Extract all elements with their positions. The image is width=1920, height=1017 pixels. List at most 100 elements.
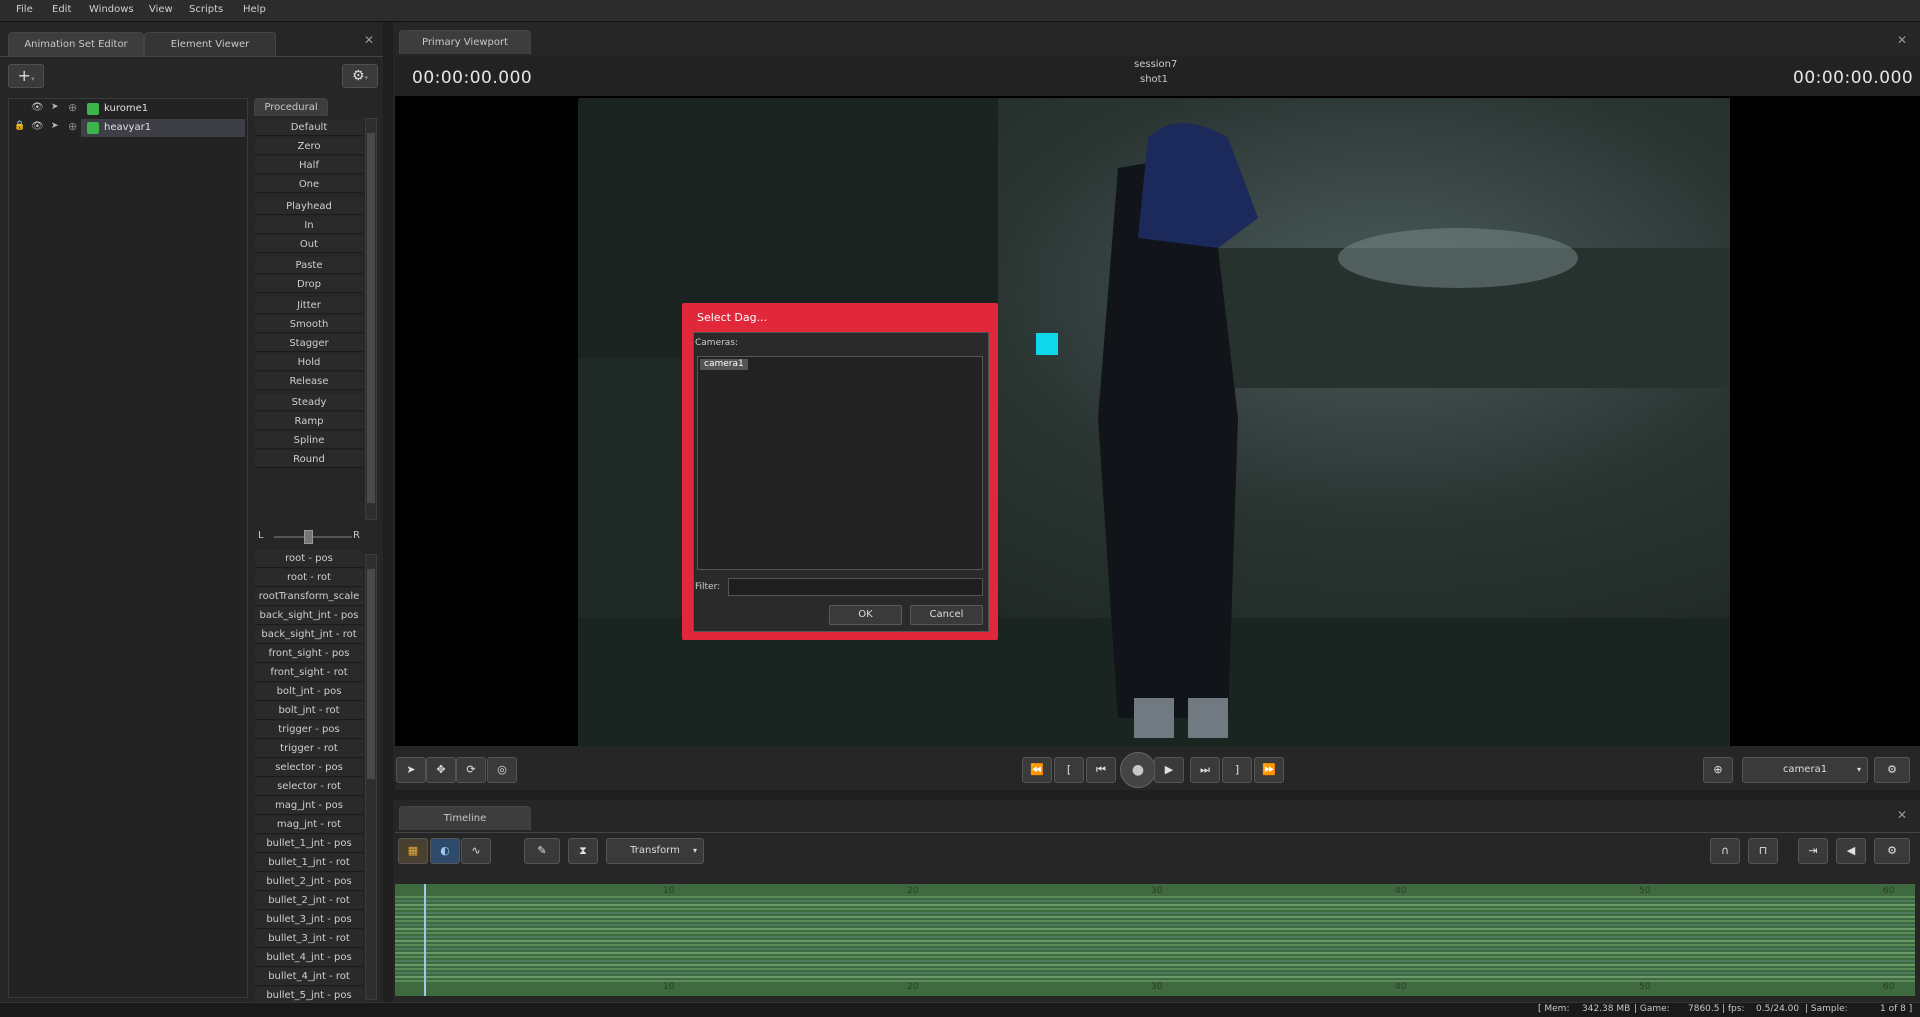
control-row[interactable]: bolt_jnt - pos [255, 683, 363, 701]
control-row[interactable]: bullet_4_jnt - pos [255, 949, 363, 967]
expand-icon[interactable]: ⊕ [68, 120, 77, 133]
mode-select[interactable]: Transform ▾ [606, 838, 704, 864]
control-row[interactable]: bullet_1_jnt - rot [255, 854, 363, 872]
control-row[interactable]: trigger - pos [255, 721, 363, 739]
procedural-button-paste[interactable]: Paste [255, 257, 363, 274]
keyframe-tool-button[interactable]: ✎ [524, 838, 560, 864]
control-row[interactable]: back_sight_jnt - pos [255, 607, 363, 625]
controls-scrollbar[interactable] [365, 554, 377, 1000]
control-row[interactable]: rootTransform_scale [255, 588, 363, 606]
procedural-button-default[interactable]: Default [255, 119, 363, 136]
add-button[interactable]: +▾ [8, 64, 44, 88]
rotate-tool-button[interactable]: ⟳ [456, 757, 486, 783]
tab-animation-set-editor[interactable]: Animation Set Editor [8, 32, 144, 56]
menu-help[interactable]: Help [243, 4, 266, 15]
prev-key-button[interactable]: ⏮ [1086, 757, 1116, 783]
procedural-button-release[interactable]: Release [255, 373, 363, 390]
procedural-scrollbar[interactable] [365, 118, 377, 520]
viewport-settings-button[interactable]: ⚙ [1874, 757, 1910, 783]
control-row[interactable]: bullet_4_jnt - rot [255, 968, 363, 986]
tree-row-kurome1[interactable]: 👁 ➤ ⊕ kurome1 [9, 100, 247, 118]
control-row[interactable]: bullet_3_jnt - pos [255, 911, 363, 929]
procedural-button-smooth[interactable]: Smooth [255, 316, 363, 333]
control-row[interactable]: bolt_jnt - rot [255, 702, 363, 720]
ok-button[interactable]: OK [829, 605, 902, 625]
audio-button[interactable]: ◀ [1836, 838, 1866, 864]
jump-end-button[interactable]: ⇥ [1798, 838, 1828, 864]
cameras-list[interactable]: camera1 [697, 356, 983, 570]
control-row[interactable]: bullet_3_jnt - rot [255, 930, 363, 948]
control-row[interactable]: trigger - rot [255, 740, 363, 758]
tab-timeline[interactable]: Timeline [399, 806, 531, 830]
control-row[interactable]: bullet_1_jnt - pos [255, 835, 363, 853]
select-tool-button[interactable]: ➤ [396, 757, 426, 783]
procedural-button-zero[interactable]: Zero [255, 138, 363, 155]
control-row[interactable]: front_sight - pos [255, 645, 363, 663]
magnet-button[interactable]: ∩ [1710, 838, 1740, 864]
snap-button[interactable]: ⊓ [1748, 838, 1778, 864]
settings-button[interactable]: ⚙▾ [342, 64, 378, 88]
control-row[interactable]: bullet_2_jnt - rot [255, 892, 363, 910]
menu-file[interactable]: File [16, 4, 33, 15]
cancel-button[interactable]: Cancel [910, 605, 983, 625]
cursor-icon[interactable]: ➤ [51, 121, 59, 131]
eye-icon[interactable]: 👁 [31, 121, 44, 132]
cursor-icon[interactable]: ➤ [51, 102, 59, 112]
timeline-track-area[interactable] [395, 884, 1915, 996]
fast-forward-button[interactable]: ⏩ [1254, 757, 1284, 783]
move-tool-button[interactable]: ✥ [426, 757, 456, 783]
lock-icon[interactable]: 🔒 [14, 121, 25, 131]
procedural-button-playhead[interactable]: Playhead [255, 198, 363, 215]
filter-input[interactable] [728, 578, 983, 596]
mark-in-button[interactable]: [ [1054, 757, 1084, 783]
play-button[interactable]: ▶ [1154, 757, 1184, 783]
camera-options-button[interactable]: ⊕ [1703, 757, 1733, 783]
procedural-button-spline[interactable]: Spline [255, 432, 363, 449]
tab-procedural[interactable]: Procedural [254, 98, 328, 116]
close-icon[interactable]: ✕ [364, 33, 374, 47]
procedural-button-hold[interactable]: Hold [255, 354, 363, 371]
list-item[interactable]: camera1 [700, 359, 748, 370]
tab-element-viewer[interactable]: Element Viewer [144, 32, 276, 56]
timeline-settings-button[interactable]: ⚙ [1874, 838, 1910, 864]
record-button[interactable]: ● [1120, 752, 1156, 788]
eye-icon[interactable]: 👁 [31, 102, 44, 113]
control-row[interactable]: root - pos [255, 550, 363, 568]
menu-view[interactable]: View [149, 4, 173, 15]
menu-windows[interactable]: Windows [89, 4, 134, 15]
procedural-button-half[interactable]: Half [255, 157, 363, 174]
control-row[interactable]: root - rot [255, 569, 363, 587]
mark-out-button[interactable]: ] [1222, 757, 1252, 783]
close-icon[interactable]: ✕ [1897, 33, 1907, 47]
control-row[interactable]: selector - rot [255, 778, 363, 796]
procedural-button-ramp[interactable]: Ramp [255, 413, 363, 430]
hourglass-button[interactable]: ⧗ [568, 838, 598, 864]
procedural-button-one[interactable]: One [255, 176, 363, 193]
balance-slider-handle[interactable] [304, 530, 313, 544]
target-tool-button[interactable]: ◎ [487, 757, 517, 783]
procedural-button-steady[interactable]: Steady [255, 394, 363, 411]
procedural-button-jitter[interactable]: Jitter [255, 297, 363, 314]
control-row[interactable]: mag_jnt - pos [255, 797, 363, 815]
control-row[interactable]: front_sight - rot [255, 664, 363, 682]
procedural-button-in[interactable]: In [255, 217, 363, 234]
menu-edit[interactable]: Edit [52, 4, 71, 15]
procedural-button-round[interactable]: Round [255, 451, 363, 468]
procedural-button-drop[interactable]: Drop [255, 276, 363, 293]
control-row[interactable]: back_sight_jnt - rot [255, 626, 363, 644]
tab-primary-viewport[interactable]: Primary Viewport [399, 30, 531, 54]
close-icon[interactable]: ✕ [1897, 808, 1907, 822]
rewind-button[interactable]: ⏪ [1022, 757, 1052, 783]
control-row[interactable]: mag_jnt - rot [255, 816, 363, 834]
control-row[interactable]: selector - pos [255, 759, 363, 777]
clip-editor-button[interactable]: ▦ [398, 838, 428, 864]
expand-icon[interactable]: ⊕ [68, 101, 77, 114]
procedural-button-out[interactable]: Out [255, 236, 363, 253]
motion-editor-button[interactable]: ◐ [430, 838, 460, 864]
tree-row-heavyar1[interactable]: 🔒 👁 ➤ ⊕ heavyar1 [9, 119, 247, 137]
camera-select[interactable]: camera1 ▾ [1742, 757, 1868, 783]
control-row[interactable]: bullet_2_jnt - pos [255, 873, 363, 891]
next-key-button[interactable]: ⏭ [1190, 757, 1220, 783]
graph-editor-button[interactable]: ∿ [461, 838, 491, 864]
menu-scripts[interactable]: Scripts [189, 4, 223, 15]
